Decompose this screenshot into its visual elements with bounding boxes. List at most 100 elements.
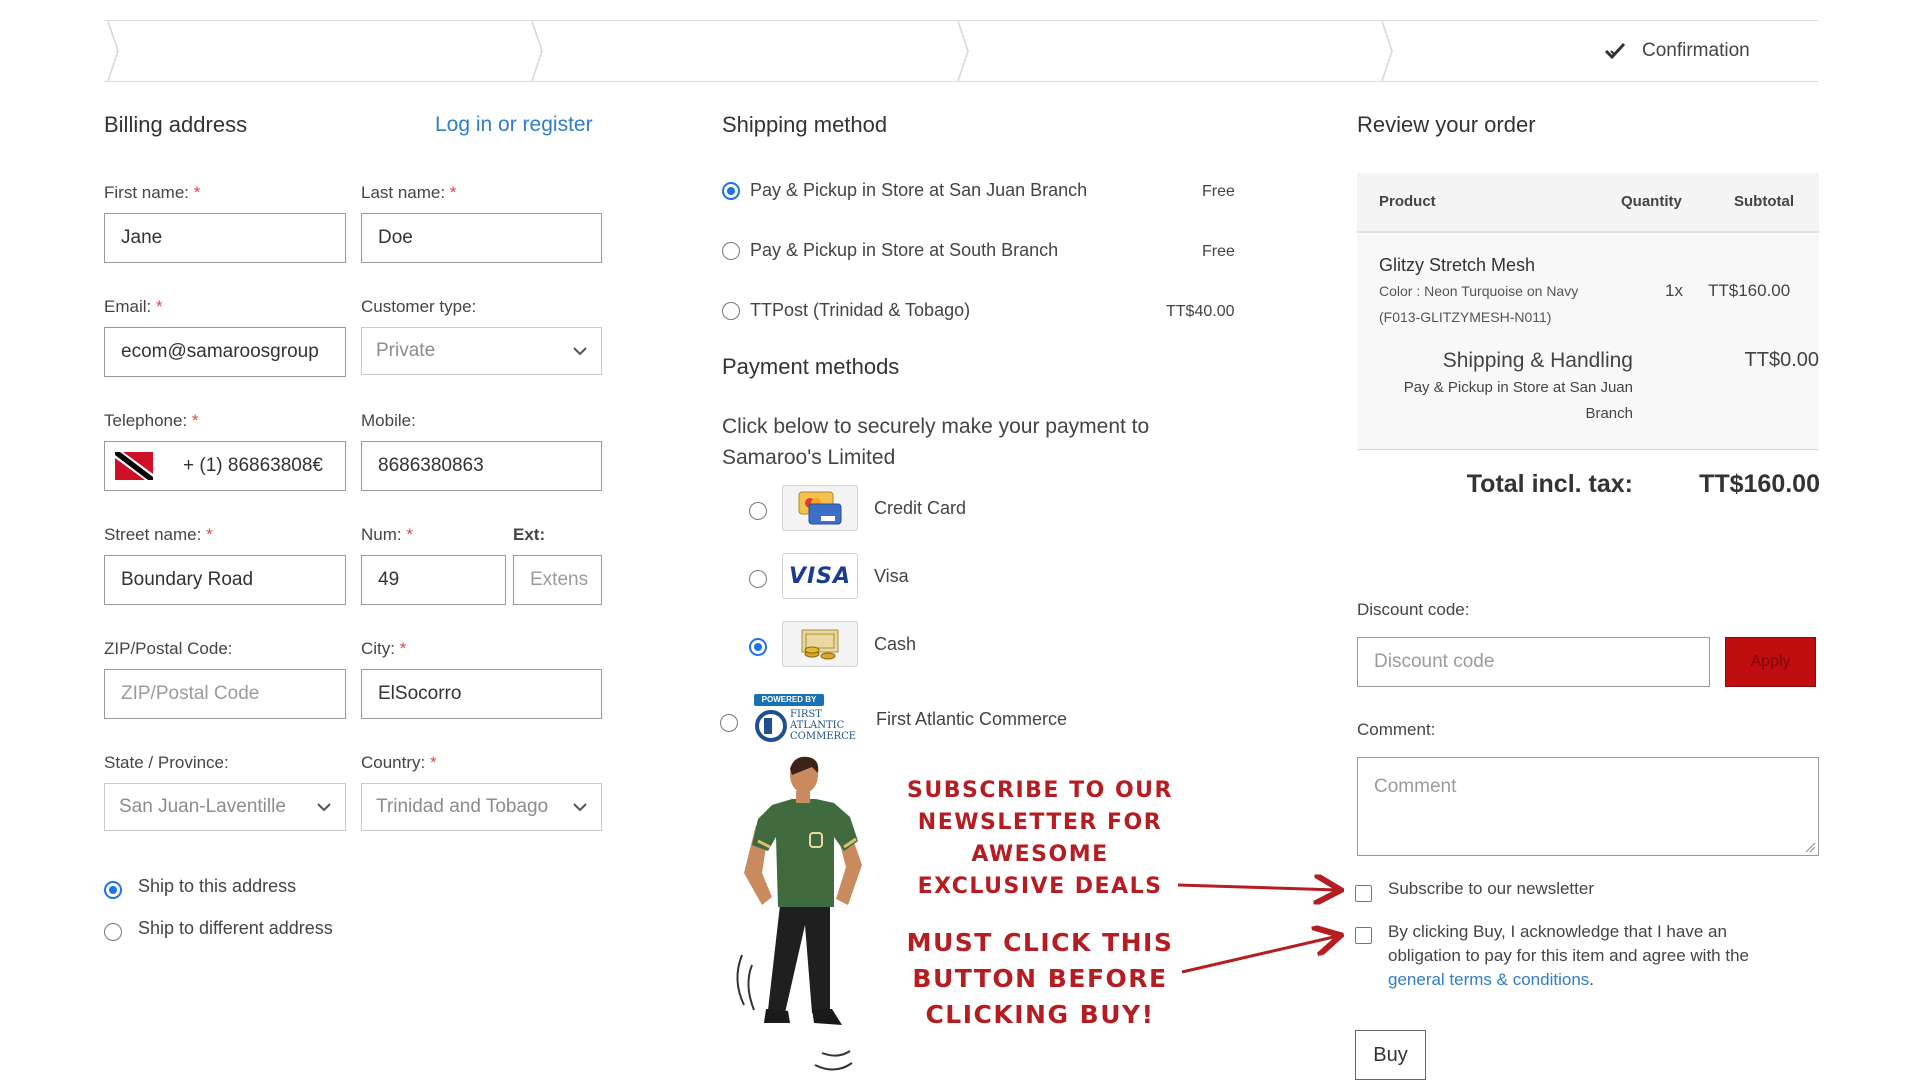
street-label: Street name: * xyxy=(104,525,213,544)
num-label: Num: * xyxy=(361,525,413,544)
shipping-option-price: Free xyxy=(1202,183,1235,200)
city-field[interactable]: ElSocorro xyxy=(361,669,602,719)
zip-field[interactable]: ZIP/Postal Code xyxy=(104,669,346,719)
country-label: Country: * xyxy=(361,753,437,772)
newsletter-arrow xyxy=(1177,885,1338,890)
num-field[interactable]: 49 xyxy=(361,555,506,605)
buy-promo-line: BUTTON BEFORE xyxy=(912,964,1168,993)
state-select[interactable]: San Juan-Laventille xyxy=(104,783,346,831)
step-divider-icon xyxy=(1381,21,1393,81)
terms-period: . xyxy=(1589,970,1595,989)
order-table-header: Product Quantity Subtotal xyxy=(1357,173,1819,233)
first-name-field[interactable]: Jane xyxy=(104,213,346,263)
payment-method-label: First Atlantic Commerce xyxy=(876,709,1068,729)
mobile-label: Mobile: xyxy=(361,411,416,430)
shipping-option-label: Pay & Pickup in Store at South Branch xyxy=(750,240,1059,260)
payment-method-radio[interactable] xyxy=(720,714,738,732)
first-atlantic-commerce-logo: POWERED BY FIRST ATLANTIC COMMERCE xyxy=(752,694,862,746)
item-subtotal: TT$160.00 xyxy=(1708,281,1791,300)
shipping-handling-cost: TT$0.00 xyxy=(1744,349,1819,371)
telephone-field[interactable]: + (1) 86863808€ xyxy=(104,441,346,491)
buy-button[interactable]: Buy xyxy=(1355,1030,1426,1080)
newsletter-checkbox-label: Subscribe to our newsletter xyxy=(1388,879,1594,898)
newsletter-promo-line: AWESOME xyxy=(971,842,1109,867)
newsletter-promo-line: NEWSLETTER FOR xyxy=(917,810,1163,835)
total-label: Total incl. tax: xyxy=(1466,470,1633,498)
ship-different-radio[interactable] xyxy=(104,923,122,941)
zip-label: ZIP/Postal Code: xyxy=(104,639,233,658)
resize-handle-icon[interactable] xyxy=(1804,841,1816,853)
login-register-link[interactable]: Log in or register xyxy=(435,113,593,137)
ship-different-label: Ship to different address xyxy=(138,918,333,938)
promo-arrows xyxy=(1177,860,1350,974)
col-product: Product xyxy=(1379,193,1436,210)
item-quantity: 1x xyxy=(1665,281,1683,300)
item-color: Color : Neon Turquoise on Navy xyxy=(1379,283,1579,299)
fac-logo-line2: ATLANTIC xyxy=(790,720,845,731)
billing-title: Billing address xyxy=(104,112,248,137)
fac-logo-line1: FIRST xyxy=(790,709,822,720)
ext-label: Ext: xyxy=(513,525,546,544)
customer-type-value: Private xyxy=(376,340,436,361)
terms-checkbox[interactable] xyxy=(1355,927,1372,944)
email-field[interactable]: ecom@samaroosgroup xyxy=(104,327,346,377)
ship-same-radio[interactable] xyxy=(104,881,122,899)
trinidad-flag-icon xyxy=(115,452,153,480)
last-name-field[interactable]: Doe xyxy=(361,213,602,263)
comment-textarea[interactable]: Comment xyxy=(1357,757,1819,856)
step-confirmation-label: Confirmation xyxy=(1642,40,1750,61)
ext-field[interactable]: Extens xyxy=(513,555,602,605)
discount-code-field[interactable]: Discount code xyxy=(1357,637,1710,687)
newsletter-checkbox[interactable] xyxy=(1355,885,1372,902)
last-name-label: Last name: * xyxy=(361,183,457,202)
country-select[interactable]: Trinidad and Tobago xyxy=(361,783,602,831)
total-value: TT$160.00 xyxy=(1699,470,1820,498)
chevron-down-icon xyxy=(317,802,331,811)
telephone-value: + (1) 86863808€ xyxy=(183,455,323,476)
payment-method-radio[interactable] xyxy=(749,638,767,656)
payment-method-radio[interactable] xyxy=(749,570,767,588)
payment-method-radio[interactable] xyxy=(749,502,767,520)
buy-promo-line: CLICKING BUY! xyxy=(925,1000,1155,1029)
visa-logo-icon: VISA xyxy=(782,553,858,599)
street-field[interactable]: Boundary Road xyxy=(104,555,346,605)
payment-title: Payment methods xyxy=(722,354,900,379)
comment-placeholder: Comment xyxy=(1374,776,1457,797)
comment-label: Comment: xyxy=(1357,720,1436,739)
payment-method-label: Credit Card xyxy=(874,498,967,518)
double-check-icon xyxy=(1604,42,1626,60)
shipping-option-radio[interactable] xyxy=(722,302,740,320)
mobile-field[interactable]: 8686380863 xyxy=(361,441,602,491)
shipping-handling-desc: Branch xyxy=(1585,405,1633,422)
terms-text-line: By clicking Buy, I acknowledge that I ha… xyxy=(1388,922,1727,941)
chevron-down-icon xyxy=(573,802,587,811)
step-divider-icon xyxy=(957,21,969,81)
customer-type-select[interactable]: Private xyxy=(361,327,602,375)
shipping-option-label: Pay & Pickup in Store at San Juan Branch xyxy=(750,180,1088,200)
newsletter-promo-line: SUBSCRIBE TO OUR xyxy=(907,778,1173,803)
state-value: San Juan-Laventille xyxy=(119,796,286,817)
payment-method-label: Cash xyxy=(874,634,917,654)
fac-logo-line3: COMMERCE xyxy=(790,731,857,742)
shipping-option-price: TT$40.00 xyxy=(1166,303,1235,320)
apply-button[interactable]: Apply xyxy=(1725,637,1816,687)
shipping-option-label: TTPost (Trinidad & Tobago) xyxy=(750,300,971,320)
email-label: Email: * xyxy=(104,297,163,316)
first-name-label: First name: * xyxy=(104,183,201,202)
payment-intro-line2: Samaroo's Limited xyxy=(722,446,896,469)
shipping-option-radio[interactable] xyxy=(722,182,740,200)
cash-icon xyxy=(782,621,858,667)
shipping-title: Shipping method xyxy=(722,112,888,137)
man-illustration xyxy=(736,756,862,1071)
general-terms-link[interactable]: general terms & conditions xyxy=(1388,970,1589,989)
newsletter-promo-line: EXCLUSIVE DEALS xyxy=(917,874,1163,899)
step-divider-icon xyxy=(531,21,543,81)
buy-promo-text: MUST CLICK THIS BUTTON BEFORE CLICKING B… xyxy=(905,925,1175,1033)
order-table-body: Glitzy Stretch Mesh Color : Neon Turquoi… xyxy=(1357,233,1819,450)
customer-type-label: Customer type: xyxy=(361,297,477,316)
shipping-option-price: Free xyxy=(1202,243,1235,260)
shipping-option-radio[interactable] xyxy=(722,242,740,260)
newsletter-promo-text: SUBSCRIBE TO OUR NEWSLETTER FOR AWESOME … xyxy=(905,775,1175,903)
terms-arrow xyxy=(1181,936,1338,974)
discount-label: Discount code: xyxy=(1357,600,1470,619)
